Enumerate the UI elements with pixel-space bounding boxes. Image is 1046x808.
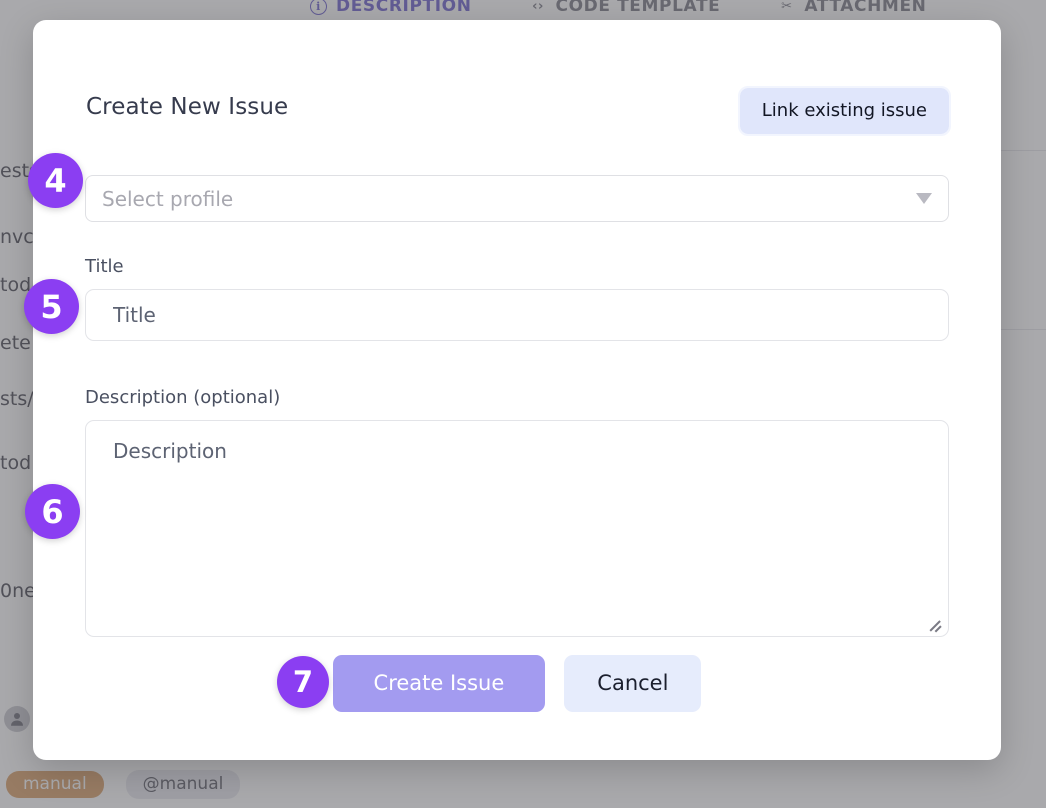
profile-select[interactable]: Select profile (85, 175, 949, 222)
cancel-button[interactable]: Cancel (564, 655, 701, 712)
title-field-group: Title (85, 256, 949, 341)
dialog-header: Create New Issue Link existing issue (85, 68, 949, 130)
description-label: Description (optional) (85, 387, 949, 408)
title-label: Title (85, 256, 949, 277)
link-existing-issue-button[interactable]: Link existing issue (740, 88, 949, 134)
description-textarea[interactable] (85, 420, 949, 637)
profile-select-field: Select profile (85, 175, 949, 222)
description-field-group: Description (optional) (85, 387, 949, 637)
step-badge-6: 6 (25, 484, 80, 539)
description-textarea-wrapper (85, 420, 949, 637)
create-new-issue-dialog: Create New Issue Link existing issue Sel… (33, 20, 1001, 760)
dialog-footer: Create Issue Cancel (33, 655, 1001, 712)
step-badge-7: 7 (277, 656, 329, 708)
step-badge-5: 5 (24, 279, 79, 334)
chevron-down-icon (916, 193, 932, 204)
step-badge-4: 4 (28, 153, 83, 208)
title-input[interactable] (85, 289, 949, 341)
create-issue-button[interactable]: Create Issue (333, 655, 546, 712)
profile-select-placeholder: Select profile (102, 187, 233, 211)
page-title: Create New Issue (86, 94, 288, 120)
